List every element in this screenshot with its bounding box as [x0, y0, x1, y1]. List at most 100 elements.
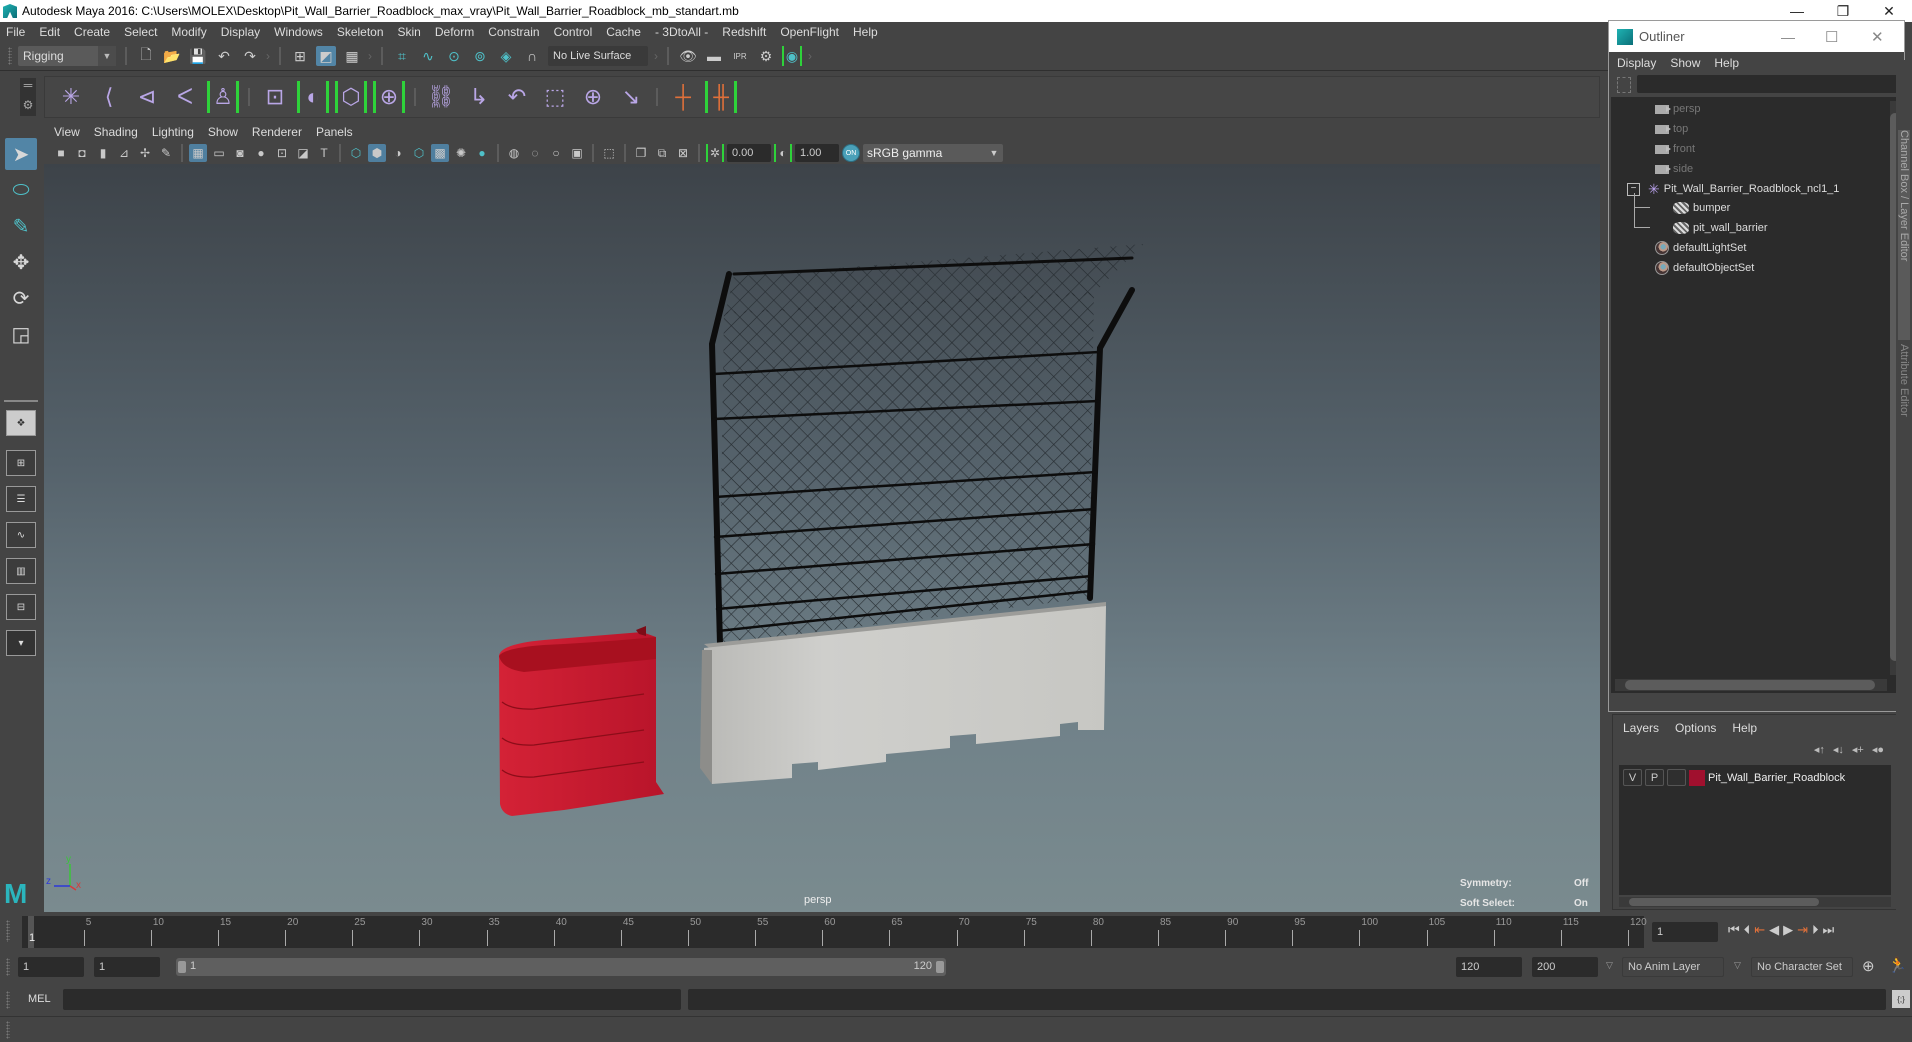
minimize-button[interactable]: — — [1774, 0, 1820, 22]
menu-3dtoall[interactable]: - 3DtoAll - — [655, 25, 708, 39]
select-tool-icon[interactable]: ➤ — [5, 138, 37, 170]
joint-tool-icon[interactable]: ✳ — [55, 81, 87, 113]
animation-end-field[interactable]: 200 — [1532, 957, 1598, 977]
hypershade-graph-layout-icon[interactable]: ⊟ — [6, 594, 36, 620]
collapse-icon[interactable]: › — [654, 49, 658, 63]
auto-key-icon[interactable]: ⊕ — [1862, 957, 1875, 975]
humanik-character-icon[interactable]: ♙ — [207, 81, 239, 113]
four-view-layout-icon[interactable]: ⊞ — [6, 450, 36, 476]
snap-point-icon[interactable]: ⊙ — [444, 46, 464, 66]
lattice-icon[interactable]: ⊕ — [373, 81, 405, 113]
orient-constraint-icon[interactable]: ↶ — [501, 81, 533, 113]
script-editor-icon[interactable]: {;} — [1892, 990, 1910, 1008]
outliner-item-side[interactable]: side — [1655, 159, 1693, 179]
mirror-joint-icon[interactable]: ᐸ — [169, 81, 201, 113]
range-grip[interactable] — [6, 958, 10, 976]
layer-menu-options[interactable]: Options — [1675, 721, 1716, 735]
paint-skin-weights-icon[interactable]: ⊡ — [259, 81, 291, 113]
gamma-icon[interactable]: ◐ — [774, 144, 792, 162]
outliner-menu-help[interactable]: Help — [1714, 56, 1739, 70]
step-forward-key-icon[interactable]: ⇥ — [1797, 922, 1808, 938]
menu-display[interactable]: Display — [221, 25, 260, 39]
scrollbar-thumb[interactable] — [1625, 680, 1875, 690]
close-button[interactable]: ✕ — [1866, 0, 1912, 22]
step-back-key-icon[interactable]: ⇤ — [1754, 922, 1765, 938]
move-layer-down-icon[interactable]: ◂↓ — [1833, 743, 1844, 756]
xray-active-icon[interactable]: ⧉ — [653, 144, 671, 162]
grip-handle[interactable] — [8, 47, 12, 65]
layer-menu-layers[interactable]: Layers — [1623, 721, 1659, 735]
safe-title-icon[interactable]: T — [315, 144, 333, 162]
camera-select-icon[interactable]: ■ — [52, 144, 70, 162]
panel-menu-renderer[interactable]: Renderer — [252, 125, 302, 139]
playback-start-field[interactable]: 1 — [94, 957, 160, 977]
time-slider[interactable]: 1 5 10 15 20 25 30 35 40 45 50 55 60 65 70 75 80 85 90 95 1… — [22, 916, 1647, 948]
backface-icon[interactable]: ⊠ — [674, 144, 692, 162]
mel-language-toggle[interactable]: MEL — [28, 993, 51, 1005]
layer-playback-toggle[interactable]: P — [1645, 769, 1664, 786]
collapse-icon[interactable]: › — [266, 49, 270, 63]
move-tool-icon[interactable]: ✥ — [5, 246, 37, 278]
smooth-bind-icon[interactable]: ⬡ — [335, 81, 367, 113]
menu-select[interactable]: Select — [124, 25, 157, 39]
menu-skin[interactable]: Skin — [398, 25, 421, 39]
panel-menu-shading[interactable]: Shading — [94, 125, 138, 139]
outliner-title-bar[interactable]: Outliner — ☐ ✕ — [1609, 21, 1904, 52]
render-frame-icon[interactable]: ▬ — [704, 46, 724, 66]
add-influence-icon[interactable]: ┼ — [667, 81, 699, 113]
step-back-frame-icon[interactable]: ⏴ — [1744, 922, 1751, 938]
bookmark-icon[interactable]: ▮ — [94, 144, 112, 162]
gate-mask-icon[interactable]: ● — [252, 144, 270, 162]
menu-file[interactable]: File — [6, 25, 25, 39]
2d-pan-zoom-icon[interactable]: ✢ — [136, 144, 154, 162]
gamma-field[interactable]: 1.00 — [795, 144, 839, 162]
panel-menu-lighting[interactable]: Lighting — [152, 125, 194, 139]
outliner-item-bumper[interactable]: bumper — [1673, 198, 1730, 218]
live-surface-field[interactable]: No Live Surface — [548, 46, 648, 66]
wireframe-icon[interactable]: ⬡ — [347, 144, 365, 162]
outliner-persp-layout-icon[interactable]: ☰ — [6, 486, 36, 512]
textured-icon[interactable]: ▩ — [431, 144, 449, 162]
snap-projected-icon[interactable]: ⊚ — [470, 46, 490, 66]
parent-constraint-icon[interactable]: ⊕ — [577, 81, 609, 113]
outliner-close-button[interactable]: ✕ — [1871, 28, 1884, 46]
field-chart-icon[interactable]: ⊡ — [273, 144, 291, 162]
outliner-item-persp[interactable]: persp — [1655, 99, 1701, 119]
scale-tool-icon[interactable]: ◲ — [5, 318, 37, 350]
shelf-settings-icon[interactable]: ⚙ — [20, 98, 36, 112]
select-component-icon[interactable]: ▦ — [342, 46, 362, 66]
wireframe-on-shaded-icon[interactable]: ◑ — [389, 144, 407, 162]
channel-box-tab[interactable]: Channel Box / Layer Editor — [1898, 130, 1910, 340]
camera-attributes-icon[interactable]: ◘ — [73, 144, 91, 162]
layer-color-swatch[interactable] — [1689, 769, 1705, 786]
menu-skeleton[interactable]: Skeleton — [337, 25, 384, 39]
layer-name[interactable]: Pit_Wall_Barrier_Roadblock — [1708, 772, 1845, 784]
outliner-minimize-button[interactable]: — — [1781, 29, 1795, 45]
cmdline-grip[interactable] — [6, 991, 10, 1009]
mel-command-input[interactable] — [63, 989, 681, 1010]
snap-grid-icon[interactable]: ⌗ — [392, 46, 412, 66]
single-perspective-layout-icon[interactable]: ❖ — [6, 410, 36, 436]
range-slider[interactable]: 1 120 — [176, 958, 946, 976]
menu-help[interactable]: Help — [853, 25, 878, 39]
outliner-item-group[interactable]: − ✳ Pit_Wall_Barrier_Roadblock_ncl1_1 — [1627, 179, 1839, 199]
ik-spline-handle-icon[interactable]: ⊲ — [131, 81, 163, 113]
animation-preferences-icon[interactable]: 🏃 — [1888, 956, 1907, 974]
scrollbar-thumb[interactable] — [1629, 898, 1819, 906]
panel-menu-show[interactable]: Show — [208, 125, 238, 139]
menu-windows[interactable]: Windows — [274, 25, 323, 39]
select-object-icon[interactable]: ◩ — [316, 46, 336, 66]
collapse-icon[interactable]: › — [808, 49, 812, 63]
grid-icon[interactable]: ▦ — [189, 144, 207, 162]
save-scene-icon[interactable]: 💾 — [188, 46, 208, 66]
move-layer-up-icon[interactable]: ◂↑ — [1814, 743, 1825, 756]
range-end-handle[interactable] — [936, 961, 944, 973]
layer-row[interactable]: V P Pit_Wall_Barrier_Roadblock — [1623, 769, 1845, 786]
outliner-search-input[interactable] — [1637, 75, 1901, 93]
motion-blur-icon[interactable]: ◌ — [526, 144, 544, 162]
panel-menu-view[interactable]: View — [54, 125, 80, 139]
anim-layer-chevron-icon[interactable]: ▽ — [1606, 960, 1613, 971]
point-constraint-icon[interactable]: ⛓ — [425, 81, 457, 113]
character-set-chevron-icon[interactable]: ▽ — [1734, 960, 1741, 971]
antialiasing-icon[interactable]: ○ — [547, 144, 565, 162]
